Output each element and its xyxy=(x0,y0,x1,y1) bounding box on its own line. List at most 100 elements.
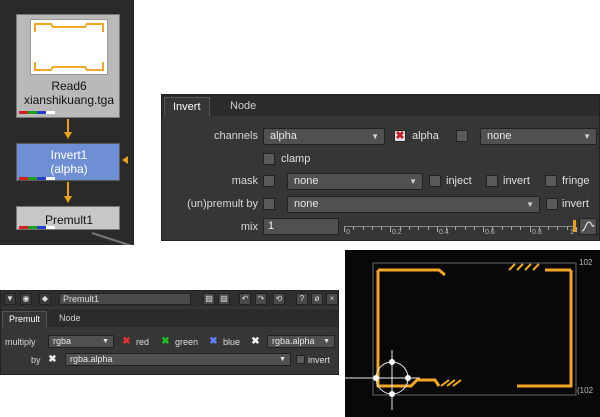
premult-name-field[interactable]: Premult1 xyxy=(59,293,191,305)
clamp-checkbox[interactable] xyxy=(263,153,275,165)
unpremult-value: none xyxy=(294,198,319,210)
redo-icon[interactable]: ↷ xyxy=(255,293,267,305)
close-icon[interactable]: × xyxy=(326,293,338,305)
unpremult-dropdown[interactable]: none ▼ xyxy=(287,196,540,213)
multiply-value: rgba xyxy=(53,336,72,346)
red-checkbox[interactable]: ✖ xyxy=(122,337,131,347)
viewer[interactable]: 102 (102 xyxy=(345,250,600,417)
unpremult-invert-checkbox[interactable] xyxy=(546,198,558,210)
channels-value: alpha xyxy=(270,130,297,142)
viewer-format-label: 102 xyxy=(579,258,593,267)
mask-invert-label: invert xyxy=(503,175,530,187)
mix-slider-tick-label: 1 xyxy=(570,229,574,236)
mix-slider-tick xyxy=(557,227,558,230)
mix-slider-tick xyxy=(409,227,410,230)
node-graph[interactable]: Read6 xianshikuang.tga Invert1 (alpha) P… xyxy=(0,0,134,245)
mask-invert-checkbox[interactable] xyxy=(486,175,498,187)
tab-premult[interactable]: Premult xyxy=(2,311,48,327)
color-swatch-icon[interactable]: ▨ xyxy=(203,293,215,305)
read-node-name: Read6 xyxy=(51,79,87,93)
invert-node-name: Invert1 xyxy=(50,148,88,162)
inject-checkbox[interactable] xyxy=(429,175,441,187)
pipe-arrow-icon xyxy=(64,196,72,203)
mix-slider-tick xyxy=(548,227,549,230)
mix-slider-tick xyxy=(428,227,429,230)
mix-slider[interactable]: 0 0.2 0.4 0.6 0.8 1 xyxy=(344,218,577,236)
mix-input[interactable]: 1 xyxy=(263,218,339,235)
alpha-label: alpha xyxy=(412,130,439,142)
mix-slider-tick xyxy=(576,227,577,232)
mix-slider-tick-label: 0.8 xyxy=(532,229,542,236)
float-icon[interactable]: ø xyxy=(311,293,323,305)
mask-dropdown[interactable]: none ▼ xyxy=(287,173,423,190)
undo-icon[interactable]: ↶ xyxy=(239,293,251,305)
mix-slider-track xyxy=(344,226,576,227)
mask-input-arrow-icon[interactable] xyxy=(122,156,128,164)
by-dropdown[interactable]: rgba.alpha ▼ xyxy=(65,353,291,366)
unpremult-checkbox[interactable] xyxy=(263,198,275,210)
extra-channel-dropdown[interactable]: none ▼ xyxy=(480,128,597,145)
mix-slider-tick xyxy=(344,227,345,232)
premult-node[interactable]: Premult1 xyxy=(16,206,120,230)
viewer-coords-label: (102 xyxy=(577,386,594,395)
tab-node[interactable]: Node xyxy=(222,97,264,116)
tab-premult-node[interactable]: Node xyxy=(53,311,87,327)
green-checkbox[interactable]: ✖ xyxy=(161,337,170,347)
premult-properties-panel: ▼ ◉ ◆ Premult1 ▨ ▨ ↶ ↷ ⟲ ? ø × Premult N… xyxy=(0,290,339,375)
mix-slider-tick xyxy=(483,227,484,232)
mix-slider-tick xyxy=(502,227,503,230)
fringe-checkbox[interactable] xyxy=(545,175,557,187)
pipe-invert-premult xyxy=(67,182,69,197)
chevron-down-icon: ▼ xyxy=(583,132,591,141)
mix-slider-tick xyxy=(437,227,438,232)
view-icon[interactable]: ◉ xyxy=(20,293,32,305)
mix-slider-tick xyxy=(372,227,373,230)
channels-dropdown[interactable]: alpha ▼ xyxy=(263,128,385,145)
mix-slider-tick xyxy=(363,227,364,230)
invert-node-channel: (alpha) xyxy=(50,162,88,176)
blue-checkbox[interactable]: ✖ xyxy=(209,337,218,347)
read-node[interactable]: Read6 xianshikuang.tga xyxy=(16,14,120,118)
mix-slider-tick-label: 0.6 xyxy=(485,229,495,236)
alpha-checkbox[interactable]: ✖ xyxy=(251,337,260,347)
chevron-down-icon: ▼ xyxy=(279,356,286,363)
by-checkbox[interactable]: ✖ xyxy=(48,355,57,365)
invert-properties-panel: Invert Node channels alpha ▼ ✖ alpha non… xyxy=(161,94,600,241)
mix-slider-tick xyxy=(567,227,568,230)
mask-checkbox[interactable] xyxy=(263,175,275,187)
curve-editor-icon[interactable] xyxy=(579,218,597,235)
collapse-icon[interactable]: ▼ xyxy=(4,293,16,305)
mix-slider-tick-label: 0.4 xyxy=(439,229,449,236)
channels-label: channels xyxy=(213,130,258,142)
color-swatch-2-icon[interactable]: ▨ xyxy=(218,293,230,305)
alpha-channel-value: rgba.alpha xyxy=(272,336,315,346)
extra-channel-checkbox[interactable] xyxy=(456,130,468,142)
unpremult-label: (un)premult by xyxy=(187,198,258,210)
revert-icon[interactable]: ⟲ xyxy=(273,293,285,305)
clamp-label: clamp xyxy=(281,153,311,165)
alpha-channel-dropdown[interactable]: rgba.alpha ▼ xyxy=(267,335,335,348)
by-invert-checkbox[interactable] xyxy=(296,355,305,364)
premult-toolbar: ▼ ◉ ◆ Premult1 ▨ ▨ ↶ ↷ ⟲ ? ø × xyxy=(1,291,338,307)
mix-slider-tick xyxy=(390,227,391,232)
unpremult-invert-label: invert xyxy=(562,198,589,210)
mask-label: mask xyxy=(231,175,258,187)
chevron-down-icon: ▼ xyxy=(323,338,330,345)
pipe-read-invert xyxy=(67,119,69,133)
fringe-label: fringe xyxy=(562,175,590,187)
read-channel-strip xyxy=(19,111,55,114)
help-icon[interactable]: ? xyxy=(296,293,308,305)
by-value: rgba.alpha xyxy=(70,354,113,364)
mix-slider-tick xyxy=(353,227,354,230)
mix-slider-tick-label: 0 xyxy=(346,229,350,236)
chevron-down-icon: ▼ xyxy=(409,177,417,186)
tab-invert[interactable]: Invert xyxy=(164,97,210,116)
alpha-checkbox[interactable]: ✖ xyxy=(394,130,406,142)
viewer-canvas xyxy=(345,262,577,410)
mix-slider-tick xyxy=(530,227,531,232)
node-color-icon[interactable]: ◆ xyxy=(39,293,51,305)
mix-slider-tick xyxy=(381,227,382,230)
multiply-dropdown[interactable]: rgba ▼ xyxy=(48,335,114,348)
invert-node[interactable]: Invert1 (alpha) xyxy=(16,143,120,181)
blue-label: blue xyxy=(223,337,241,347)
